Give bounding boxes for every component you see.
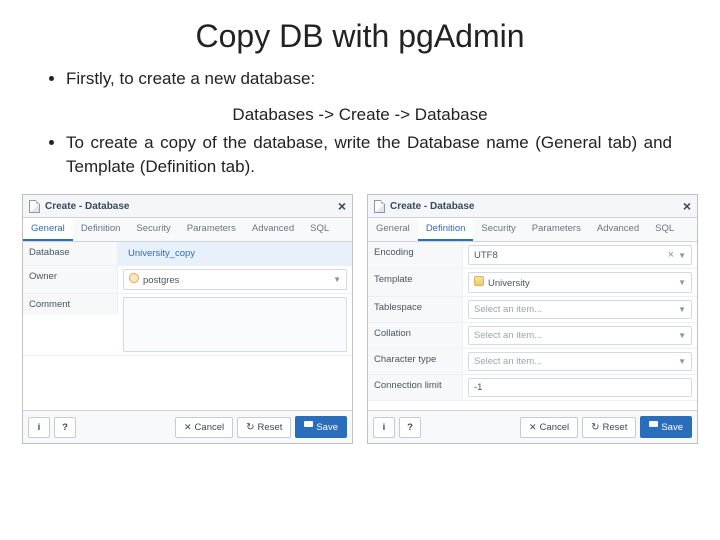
- tabs: General Definition Security Parameters A…: [23, 218, 352, 242]
- collation-value: Select an item...: [474, 330, 542, 341]
- tab-security[interactable]: Security: [473, 218, 523, 241]
- save-icon: [649, 421, 658, 433]
- save-icon: [304, 421, 313, 433]
- template-select[interactable]: University ▼: [468, 272, 692, 293]
- database-input[interactable]: [123, 245, 347, 262]
- help-button[interactable]: ?: [399, 417, 421, 438]
- slide-bullets: Firstly, to create a new database:: [0, 67, 720, 103]
- tab-security[interactable]: Security: [128, 218, 178, 241]
- slide-title: Copy DB with pgAdmin: [0, 0, 720, 67]
- chevron-down-icon: ▼: [333, 275, 341, 284]
- tab-parameters[interactable]: Parameters: [524, 218, 589, 241]
- tab-advanced[interactable]: Advanced: [589, 218, 647, 241]
- label-template: Template: [368, 269, 463, 296]
- close-icon[interactable]: ×: [683, 199, 691, 213]
- encoding-select[interactable]: UTF8 × ▼: [468, 245, 692, 265]
- reset-icon: [591, 422, 599, 433]
- save-button[interactable]: Save: [295, 416, 347, 438]
- save-button[interactable]: Save: [640, 416, 692, 438]
- template-value: University: [488, 278, 530, 289]
- label-connlimit: Connection limit: [368, 375, 463, 400]
- label-database: Database: [23, 242, 118, 265]
- owner-value: postgres: [143, 275, 179, 286]
- dialog-footer: i ? Cancel Reset Save: [368, 410, 697, 443]
- connlimit-input[interactable]: [468, 378, 692, 397]
- cancel-button[interactable]: Cancel: [175, 417, 233, 438]
- comment-textarea[interactable]: [123, 297, 347, 352]
- label-tablespace: Tablespace: [368, 297, 463, 322]
- database-icon: [474, 276, 484, 286]
- collation-select[interactable]: Select an item... ▼: [468, 326, 692, 345]
- dialog-header: Create - Database ×: [368, 195, 697, 218]
- tablespace-value: Select an item...: [474, 304, 542, 315]
- tab-definition[interactable]: Definition: [418, 218, 474, 241]
- tab-sql[interactable]: SQL: [302, 218, 337, 241]
- chartype-value: Select an item...: [474, 356, 542, 367]
- help-button[interactable]: ?: [54, 417, 76, 438]
- reset-icon: [246, 422, 254, 433]
- label-comment: Comment: [23, 294, 118, 315]
- close-icon: [529, 422, 537, 433]
- encoding-value: UTF8: [474, 250, 498, 261]
- tab-general[interactable]: General: [368, 218, 418, 241]
- chartype-select[interactable]: Select an item... ▼: [468, 352, 692, 371]
- close-icon[interactable]: ×: [338, 199, 346, 213]
- dialog-title: Create - Database: [390, 201, 474, 212]
- tab-general[interactable]: General: [23, 218, 73, 241]
- bullet-2: To create a copy of the database, write …: [66, 131, 672, 179]
- info-button[interactable]: i: [373, 417, 395, 438]
- chevron-down-icon: ▼: [678, 251, 686, 260]
- tab-sql[interactable]: SQL: [647, 218, 682, 241]
- reset-button[interactable]: Reset: [582, 417, 636, 438]
- info-button[interactable]: i: [28, 417, 50, 438]
- label-owner: Owner: [23, 266, 118, 293]
- dialog-header: Create - Database ×: [23, 195, 352, 218]
- chevron-down-icon: ▼: [678, 357, 686, 366]
- tab-advanced[interactable]: Advanced: [244, 218, 302, 241]
- tablespace-select[interactable]: Select an item... ▼: [468, 300, 692, 319]
- close-icon: [184, 422, 192, 433]
- dialog-footer: i ? Cancel Reset Save: [23, 410, 352, 443]
- dialog-title: Create - Database: [45, 201, 129, 212]
- clear-icon[interactable]: ×: [668, 249, 674, 261]
- bullet-1: Firstly, to create a new database:: [66, 67, 672, 91]
- user-icon: [129, 273, 139, 283]
- menu-path: Databases -> Create -> Database: [0, 105, 720, 125]
- tabs: General Definition Security Parameters A…: [368, 218, 697, 242]
- label-encoding: Encoding: [368, 242, 463, 268]
- file-icon: [29, 200, 40, 213]
- label-chartype: Character type: [368, 349, 463, 374]
- create-db-dialog-general: Create - Database × General Definition S…: [22, 194, 353, 444]
- owner-select[interactable]: postgres ▼: [123, 269, 347, 290]
- label-collation: Collation: [368, 323, 463, 348]
- form-definition: Encoding UTF8 × ▼ Template University ▼: [368, 242, 697, 410]
- chevron-down-icon: ▼: [678, 331, 686, 340]
- chevron-down-icon: ▼: [678, 278, 686, 287]
- tab-parameters[interactable]: Parameters: [179, 218, 244, 241]
- form-general: Database Owner postgres ▼ Comment: [23, 242, 352, 410]
- tab-definition[interactable]: Definition: [73, 218, 129, 241]
- create-db-dialog-definition: Create - Database × General Definition S…: [367, 194, 698, 444]
- file-icon: [374, 200, 385, 213]
- slide-bullets-2: To create a copy of the database, write …: [0, 131, 720, 191]
- reset-button[interactable]: Reset: [237, 417, 291, 438]
- cancel-button[interactable]: Cancel: [520, 417, 578, 438]
- chevron-down-icon: ▼: [678, 305, 686, 314]
